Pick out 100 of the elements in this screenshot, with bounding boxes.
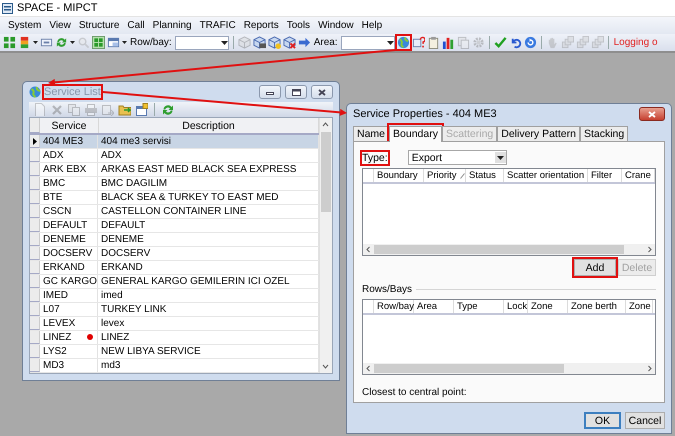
- frame-icon[interactable]: [40, 36, 53, 49]
- column-header[interactable]: Lock: [504, 300, 528, 313]
- table-cell: ERKAND: [40, 261, 98, 274]
- arrow-icon[interactable]: [298, 36, 311, 49]
- column-header[interactable]: Zone berth: [568, 300, 626, 313]
- tab[interactable]: Stacking: [580, 126, 628, 141]
- window-title: Service Properties - 404 ME3: [353, 108, 497, 120]
- table-row[interactable]: L07 TURKEY LINK: [30, 303, 319, 317]
- caret-icon[interactable]: [33, 41, 38, 44]
- column-header[interactable]: Status: [466, 169, 504, 182]
- table-row[interactable]: BTE BLACK SEA & TURKEY TO EAST MED: [30, 191, 319, 205]
- clipboard-icon[interactable]: [426, 36, 440, 49]
- field-label: Type:: [362, 152, 388, 164]
- table-row[interactable]: MD3 md3: [30, 359, 319, 373]
- column-header[interactable]: Service: [40, 118, 99, 133]
- close-button[interactable]: [639, 107, 665, 121]
- chart-icon[interactable]: [442, 36, 455, 49]
- check-icon[interactable]: [494, 36, 507, 49]
- row-pointer-icon: [32, 138, 36, 144]
- globe-icon: [29, 86, 41, 98]
- menu-item[interactable]: Call: [123, 18, 149, 33]
- selected-row[interactable]: 404 ME3 404 me3 servisi: [30, 135, 319, 149]
- cube-printer-icon[interactable]: [252, 36, 266, 49]
- menu-item[interactable]: TRAFIC: [196, 18, 240, 33]
- bars-icon[interactable]: [18, 36, 31, 49]
- row-header[interactable]: [30, 135, 40, 148]
- table-row[interactable]: DENEME DENEME: [30, 233, 319, 247]
- table-row[interactable]: LEVEX levex: [30, 317, 319, 331]
- column-header[interactable]: Boundary: [374, 169, 424, 182]
- column-header[interactable]: Row/bay: [374, 300, 414, 313]
- scrollbar-thumb[interactable]: [321, 132, 331, 212]
- table-icon[interactable]: [92, 36, 105, 49]
- table-cell: LEVEX: [40, 317, 98, 330]
- grid-icon[interactable]: [3, 36, 16, 49]
- scrollbar-thumb[interactable]: [374, 245, 624, 254]
- table-cell: IMED: [40, 289, 98, 302]
- caret-icon: [220, 40, 228, 44]
- column-header[interactable]: Crane: [622, 169, 655, 182]
- scrollbar-thumb[interactable]: [374, 364, 564, 373]
- properties-icon[interactable]: [135, 103, 148, 116]
- add-button[interactable]: Add: [574, 259, 616, 276]
- column-header[interactable]: Filter: [588, 169, 622, 182]
- caret-icon[interactable]: [122, 41, 127, 44]
- refresh-icon[interactable]: [161, 103, 174, 116]
- tab[interactable]: Boundary: [389, 126, 442, 142]
- folder-icon[interactable]: [118, 103, 131, 116]
- table-row[interactable]: DEFAULT DEFAULT: [30, 219, 319, 233]
- column-header[interactable]: Scatter orientation: [504, 169, 588, 182]
- tab[interactable]: Name: [353, 126, 390, 141]
- combo-box[interactable]: [340, 36, 395, 50]
- vertical-scrollbar[interactable]: [319, 118, 332, 373]
- minimize-icon: [266, 89, 274, 95]
- menu-item[interactable]: Planning: [148, 18, 196, 33]
- column-header[interactable]: Type: [454, 300, 504, 313]
- menu-item[interactable]: Structure: [74, 18, 124, 33]
- question-icon[interactable]: [412, 36, 425, 49]
- tab[interactable]: Delivery Pattern: [497, 126, 580, 141]
- close-icon: [318, 88, 326, 96]
- table-row[interactable]: LINEZ LINEZ: [30, 331, 319, 345]
- horizontal-scrollbar[interactable]: [363, 363, 655, 374]
- menu-item[interactable]: System: [4, 18, 46, 33]
- close-button[interactable]: [311, 85, 333, 99]
- ok-button[interactable]: OK: [584, 412, 621, 429]
- menu-item[interactable]: Reports: [240, 18, 283, 33]
- horizontal-scrollbar[interactable]: [363, 244, 655, 255]
- table-row[interactable]: LYS2 NEW LIBYA SERVICE: [30, 345, 319, 359]
- menu-item[interactable]: Window: [314, 18, 358, 33]
- column-header[interactable]: Priority: [424, 169, 466, 182]
- toolbar-label: Row/bay:: [129, 37, 173, 48]
- table-cell: ARK EBX: [40, 163, 98, 176]
- cube-plus-icon[interactable]: [268, 36, 281, 49]
- cube-delete-icon[interactable]: [282, 36, 296, 49]
- table-row[interactable]: ERKAND ERKAND: [30, 261, 319, 275]
- minimize-button[interactable]: [259, 85, 281, 99]
- table-row[interactable]: ARK EBX ARKAS EAST MED BLACK SEA EXPRESS: [30, 163, 319, 177]
- table-cell: MD3: [40, 359, 98, 372]
- cancel-button[interactable]: Cancel: [625, 412, 665, 429]
- caret-icon[interactable]: [70, 41, 75, 44]
- table-row[interactable]: CSCN CASTELLON CONTAINER LINE: [30, 205, 319, 219]
- table-row[interactable]: IMED imed: [30, 289, 319, 303]
- column-header[interactable]: Zone: [528, 300, 568, 313]
- status-text: Logging o: [612, 37, 658, 48]
- table-cell: GC KARGO: [40, 275, 98, 288]
- table-row[interactable]: GC KARGO GENERAL KARGO GEMILERIN ICI OZEL: [30, 275, 319, 289]
- table-row[interactable]: BMC BMC DAGILIM: [30, 177, 319, 191]
- table-cell: 404 ME3: [40, 135, 98, 148]
- table-row[interactable]: DOCSERV DOCSERV: [30, 247, 319, 261]
- column-header[interactable]: Zone: [626, 300, 653, 313]
- table-cell: ADX: [40, 149, 98, 162]
- column-header[interactable]: Area: [414, 300, 454, 313]
- menu-item[interactable]: Tools: [282, 18, 314, 33]
- combo-box[interactable]: [174, 36, 229, 50]
- window-icon[interactable]: [107, 36, 120, 49]
- menu-item[interactable]: View: [45, 18, 75, 33]
- type-dropdown[interactable]: Export: [408, 150, 507, 165]
- caret-icon: [386, 40, 394, 44]
- table-cell: DEFAULT: [40, 219, 98, 232]
- maximize-button[interactable]: [285, 85, 307, 99]
- table-row[interactable]: ADX ADX: [30, 149, 319, 163]
- menu-item[interactable]: Help: [358, 18, 386, 33]
